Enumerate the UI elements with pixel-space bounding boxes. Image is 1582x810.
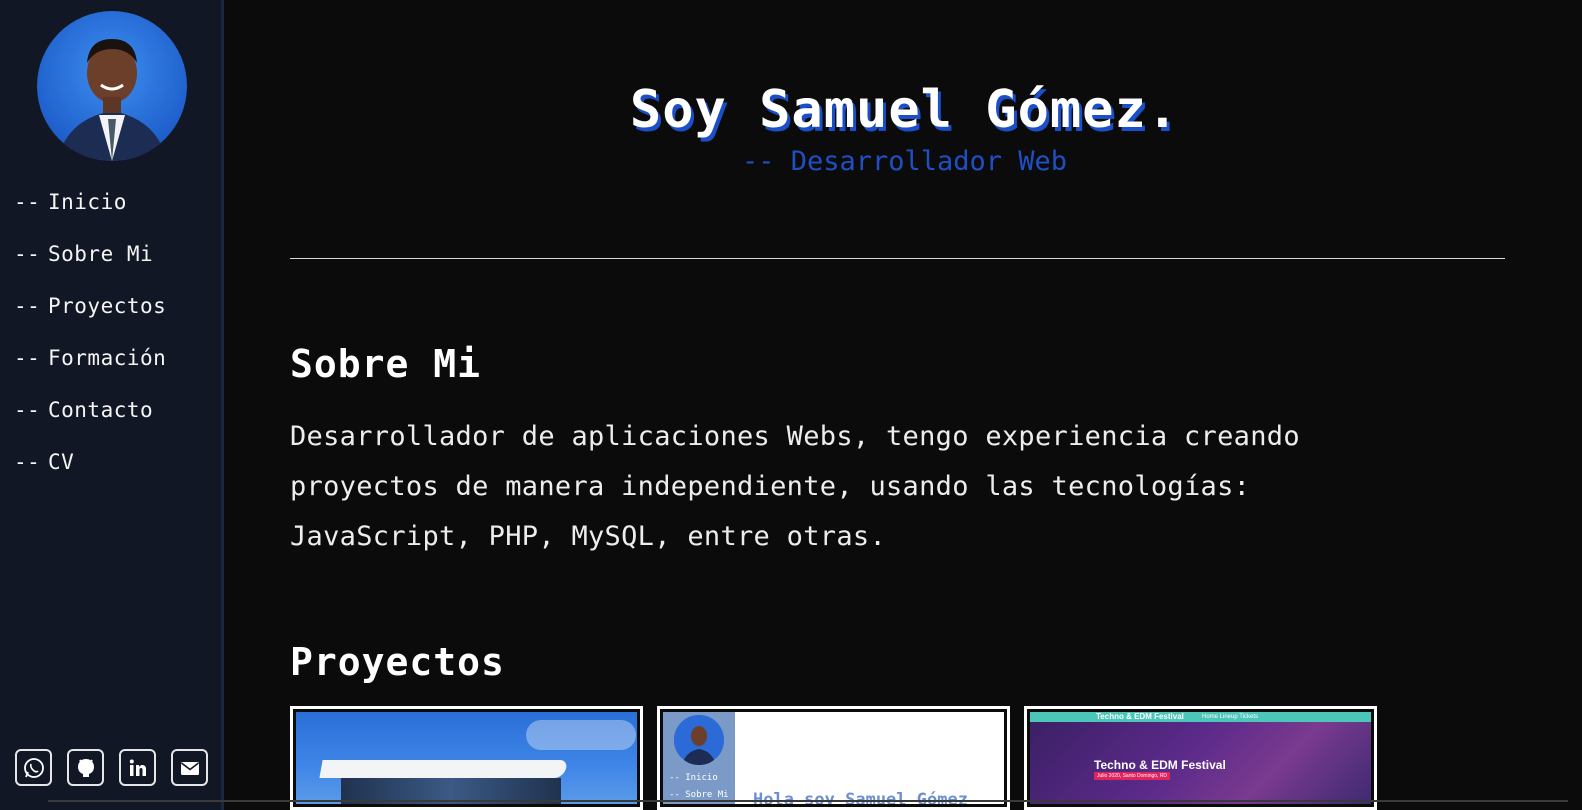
mail-button[interactable] bbox=[171, 749, 208, 786]
nav-item-inicio[interactable]: -- Inicio bbox=[14, 176, 166, 228]
nav-item-label: Inicio bbox=[48, 190, 127, 214]
nav-item-contacto[interactable]: -- Contacto bbox=[14, 384, 166, 436]
festival-title: Techno & EDM Festival bbox=[1094, 758, 1226, 772]
mail-icon bbox=[180, 761, 199, 775]
linkedin-button[interactable] bbox=[119, 749, 156, 786]
hero-subtitle: -- Desarrollador Web bbox=[741, 146, 1068, 177]
main-content: Soy Samuel Gómez. -- Desarrollador Web S… bbox=[227, 0, 1582, 810]
about-heading: Sobre Mi bbox=[290, 342, 482, 386]
profile-avatar bbox=[37, 11, 187, 161]
linkedin-icon bbox=[129, 759, 146, 776]
mini-avatar bbox=[674, 715, 724, 765]
nav-item-label: Formación bbox=[48, 346, 167, 370]
project-card-1[interactable] bbox=[290, 706, 643, 810]
project-card-3[interactable]: Techno & EDM Festival Home Lineup Ticket… bbox=[1024, 706, 1377, 810]
project-thumbnail-building bbox=[296, 712, 637, 804]
mini-nav: -- Inicio -- Sobre Mi bbox=[669, 773, 729, 800]
project-thumbnail-festival: Techno & EDM Festival Home Lineup Ticket… bbox=[1030, 712, 1371, 804]
sidebar-nav: -- Inicio -- Sobre Mi -- Proyectos -- Formac… bbox=[14, 176, 166, 488]
sidebar: -- Inicio -- Sobre Mi -- Proyectos -- Formac… bbox=[0, 0, 224, 810]
nav-item-proyectos[interactable]: -- Proyectos bbox=[14, 280, 166, 332]
nav-item-label: Contacto bbox=[48, 398, 154, 422]
nav-item-cv[interactable]: -- CV bbox=[14, 436, 166, 488]
github-icon bbox=[77, 758, 94, 777]
whatsapp-icon bbox=[23, 757, 44, 778]
project-card-2[interactable]: -- Inicio -- Sobre Mi Hola soy Samuel Gó… bbox=[657, 706, 1010, 810]
projects-grid: -- Inicio -- Sobre Mi Hola soy Samuel Gó… bbox=[290, 706, 1377, 810]
nav-item-label: Proyectos bbox=[48, 294, 167, 318]
hero-title: Soy Samuel Gómez. bbox=[629, 80, 1180, 140]
nav-item-label: Sobre Mi bbox=[48, 242, 154, 266]
nav-item-formacion[interactable]: -- Formación bbox=[14, 332, 166, 384]
whatsapp-button[interactable] bbox=[15, 749, 52, 786]
nav-item-label: CV bbox=[48, 450, 75, 474]
about-text: Desarrollador de aplicaciones Webs, teng… bbox=[290, 421, 1300, 552]
nav-item-sobre-mi[interactable]: -- Sobre Mi bbox=[14, 228, 166, 280]
projects-heading: Proyectos bbox=[290, 640, 505, 684]
github-button[interactable] bbox=[67, 749, 104, 786]
horizontal-scrollbar[interactable] bbox=[48, 800, 1568, 802]
festival-date-badge: Julio 2020, Santo Domingo, RD bbox=[1094, 772, 1171, 780]
social-links bbox=[15, 749, 208, 786]
festival-topbar: Techno & EDM Festival Home Lineup Ticket… bbox=[1030, 712, 1371, 722]
section-divider bbox=[290, 258, 1505, 259]
project-thumbnail-portfolio: -- Inicio -- Sobre Mi Hola soy Samuel Gó… bbox=[663, 712, 1004, 804]
